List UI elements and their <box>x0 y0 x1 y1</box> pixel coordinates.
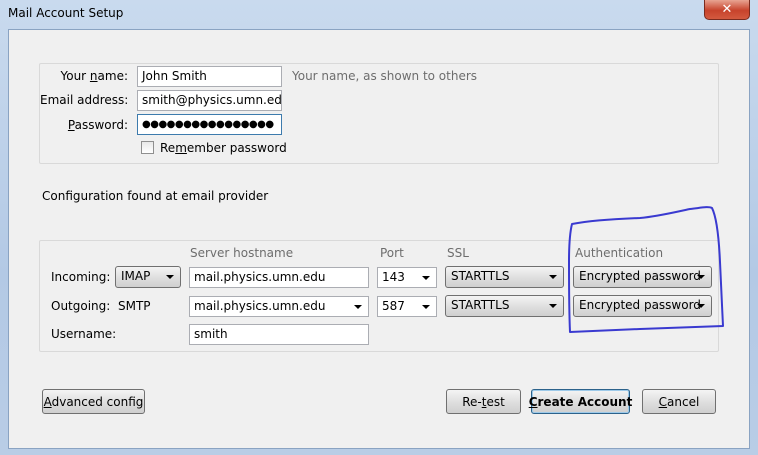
advanced-config-button[interactable]: Advanced config <box>42 389 145 414</box>
retest-label: Re-test <box>462 394 505 409</box>
retest-button[interactable]: Re-test <box>446 389 521 414</box>
create-account-label: Create Account <box>528 394 633 409</box>
advanced-config-label: Advanced config <box>43 394 144 409</box>
create-account-button[interactable]: Create Account <box>528 389 633 414</box>
annotation-overlay <box>568 206 724 333</box>
annotation-box <box>568 206 724 333</box>
cancel-label: Cancel <box>658 394 700 409</box>
cancel-button[interactable]: Cancel <box>642 389 716 414</box>
